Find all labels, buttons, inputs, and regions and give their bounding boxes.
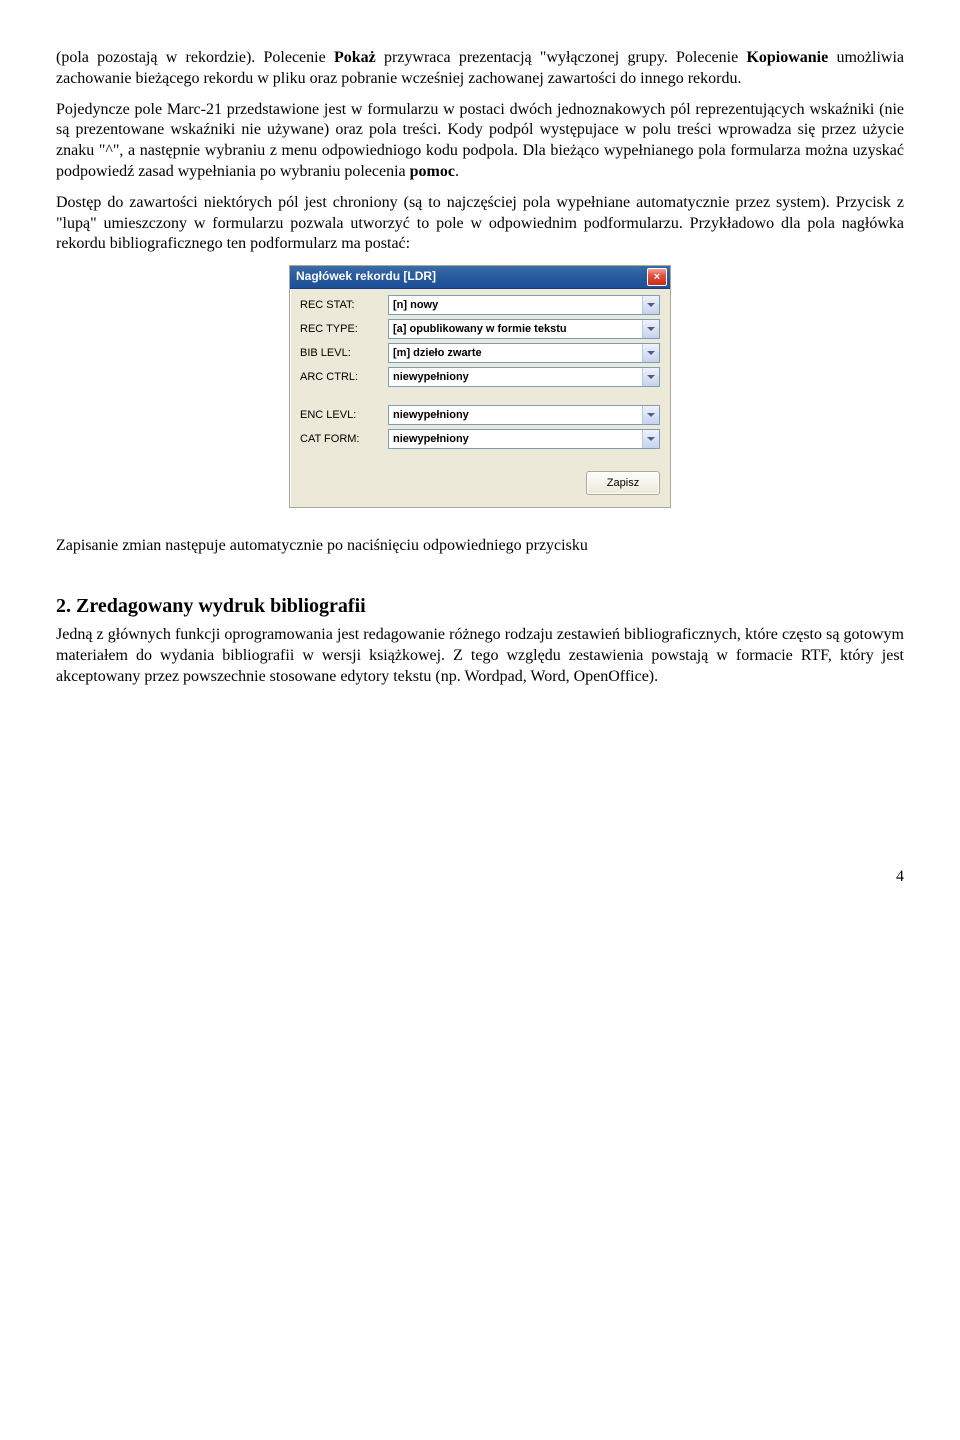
paragraph-3: Dostęp do zawartości niektórych pól jest… <box>56 193 904 255</box>
label-bib-levl: BIB LEVL: <box>300 346 388 360</box>
dialog-title: Nagłówek rekordu [LDR] <box>296 269 436 285</box>
label-cat-form: CAT FORM: <box>300 432 388 446</box>
text: Pojedyncze pole Marc-21 przedstawione je… <box>56 101 904 180</box>
save-row: Zapisz <box>300 471 660 495</box>
combo-enc-levl[interactable]: niewypełniony <box>388 405 660 425</box>
close-icon: × <box>654 272 660 283</box>
combo-value: niewypełniony <box>389 430 642 448</box>
combo-arc-ctrl[interactable]: niewypełniony <box>388 367 660 387</box>
paragraph-2: Pojedyncze pole Marc-21 przedstawione je… <box>56 100 904 183</box>
row-rec-stat: REC STAT: [n] nowy <box>300 295 660 315</box>
row-rec-type: REC TYPE: [a] opublikowany w formie teks… <box>300 319 660 339</box>
row-arc-ctrl: ARC CTRL: niewypełniony <box>300 367 660 387</box>
row-enc-levl: ENC LEVL: niewypełniony <box>300 405 660 425</box>
combo-value: niewypełniony <box>389 406 642 424</box>
text: przywraca prezentacją "wyłączonej grupy.… <box>376 49 747 66</box>
combo-value: [m] dzieło zwarte <box>389 344 642 362</box>
combo-arrow[interactable] <box>642 368 659 386</box>
combo-arrow[interactable] <box>642 320 659 338</box>
form-body: REC STAT: [n] nowy REC TYPE: [a] opublik… <box>290 289 670 507</box>
combo-arrow[interactable] <box>642 430 659 448</box>
chevron-down-icon <box>647 437 655 441</box>
combo-arrow[interactable] <box>642 406 659 424</box>
paragraph-1: (pola pozostają w rekordzie). Polecenie … <box>56 48 904 90</box>
text: (pola pozostają w rekordzie). Polecenie <box>56 49 334 66</box>
chevron-down-icon <box>647 375 655 379</box>
save-button[interactable]: Zapisz <box>586 471 660 495</box>
titlebar: Nagłówek rekordu [LDR] × <box>290 266 670 289</box>
label-rec-type: REC TYPE: <box>300 322 388 336</box>
row-cat-form: CAT FORM: niewypełniony <box>300 429 660 449</box>
combo-bib-levl[interactable]: [m] dzieło zwarte <box>388 343 660 363</box>
bold-pomoc: pomoc <box>410 163 455 180</box>
combo-rec-type[interactable]: [a] opublikowany w formie tekstu <box>388 319 660 339</box>
combo-value: [n] nowy <box>389 296 642 314</box>
combo-arrow[interactable] <box>642 344 659 362</box>
page-number: 4 <box>56 867 904 888</box>
close-button[interactable]: × <box>647 268 667 286</box>
chevron-down-icon <box>647 327 655 331</box>
combo-cat-form[interactable]: niewypełniony <box>388 429 660 449</box>
ldr-dialog: Nagłówek rekordu [LDR] × REC STAT: [n] n… <box>289 265 671 508</box>
bold-pokaz: Pokaż <box>334 49 376 66</box>
spacer <box>300 391 660 405</box>
row-bib-levl: BIB LEVL: [m] dzieło zwarte <box>300 343 660 363</box>
paragraph-4: Zapisanie zmian następuje automatycznie … <box>56 536 904 557</box>
combo-rec-stat[interactable]: [n] nowy <box>388 295 660 315</box>
chevron-down-icon <box>647 351 655 355</box>
label-rec-stat: REC STAT: <box>300 298 388 312</box>
bold-kopiowanie: Kopiowanie <box>746 49 828 66</box>
chevron-down-icon <box>647 413 655 417</box>
dialog-screenshot: Nagłówek rekordu [LDR] × REC STAT: [n] n… <box>56 265 904 508</box>
label-enc-levl: ENC LEVL: <box>300 408 388 422</box>
section-heading-2: 2. Zredagowany wydruk bibliografii <box>56 593 904 619</box>
text: . <box>455 163 459 180</box>
chevron-down-icon <box>647 303 655 307</box>
label-arc-ctrl: ARC CTRL: <box>300 370 388 384</box>
combo-value: niewypełniony <box>389 368 642 386</box>
combo-arrow[interactable] <box>642 296 659 314</box>
paragraph-5: Jedną z głównych funkcji oprogramowania … <box>56 625 904 687</box>
combo-value: [a] opublikowany w formie tekstu <box>389 320 642 338</box>
